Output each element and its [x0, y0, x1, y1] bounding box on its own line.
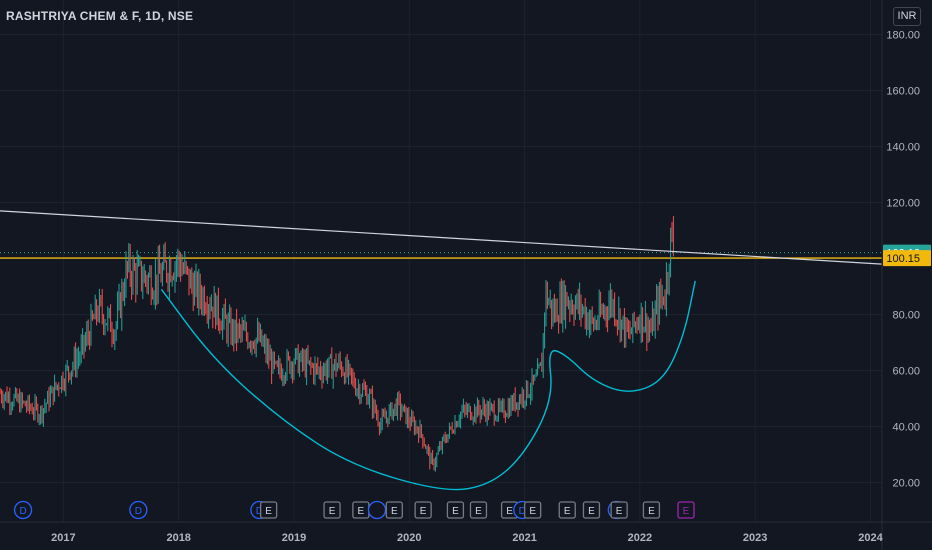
event-marker-label: E — [329, 506, 336, 517]
resistance-trendline — [0, 210, 883, 265]
candles — [0, 215, 674, 472]
event-marker-label: E — [564, 506, 571, 517]
event-marker-label: E — [358, 506, 365, 517]
time-tick-label: 2024 — [858, 532, 883, 544]
time-tick-label: 2017 — [51, 532, 75, 544]
symbol-title[interactable]: RASHTRIYA CHEM & F, 1D, NSE — [6, 9, 193, 23]
price-tick-label: 160.00 — [886, 86, 920, 98]
price-tick-label: 20.00 — [892, 478, 920, 490]
event-marker-label: E — [616, 506, 623, 517]
time-tick-label: 2021 — [512, 532, 536, 544]
price-tick-label: 60.00 — [892, 366, 920, 378]
event-marker-label: E — [506, 506, 513, 517]
time-tick-label: 2022 — [628, 532, 652, 544]
price-tick-label: 80.00 — [892, 310, 920, 322]
time-tick-label: 2018 — [166, 532, 190, 544]
price-tick-label: 120.00 — [886, 198, 920, 210]
event-marker-label: E — [475, 506, 482, 517]
cup-and-handle-curve — [160, 280, 696, 491]
price-chart[interactable]: 20.00 40.00 60.00 80.00 120.00 140.00 160.00 18… — [0, 0, 932, 550]
time-tick-label: 2019 — [282, 532, 306, 544]
level-price-label: 100.15 — [886, 253, 920, 265]
price-tick-label: 40.00 — [892, 422, 920, 434]
event-marker-label: E — [588, 506, 595, 517]
time-tick-label: 2020 — [397, 532, 421, 544]
time-tick-label: 2023 — [743, 532, 767, 544]
event-marker-label: E — [420, 506, 427, 517]
event-marker-label: E — [391, 506, 398, 517]
dividend-marker — [367, 500, 387, 520]
event-marker-label: E — [452, 506, 459, 517]
price-tick-label: 180.00 — [886, 30, 920, 42]
event-marker-label: E — [648, 506, 655, 517]
event-marker-label: D — [19, 506, 26, 517]
price-tick-label: 140.00 — [886, 142, 920, 154]
event-marker-label: E — [683, 506, 690, 517]
currency-badge[interactable]: INR — [893, 7, 921, 26]
event-marker-label: E — [529, 506, 536, 517]
event-marker-label: E — [265, 506, 272, 517]
event-marker-label: D — [135, 506, 142, 517]
